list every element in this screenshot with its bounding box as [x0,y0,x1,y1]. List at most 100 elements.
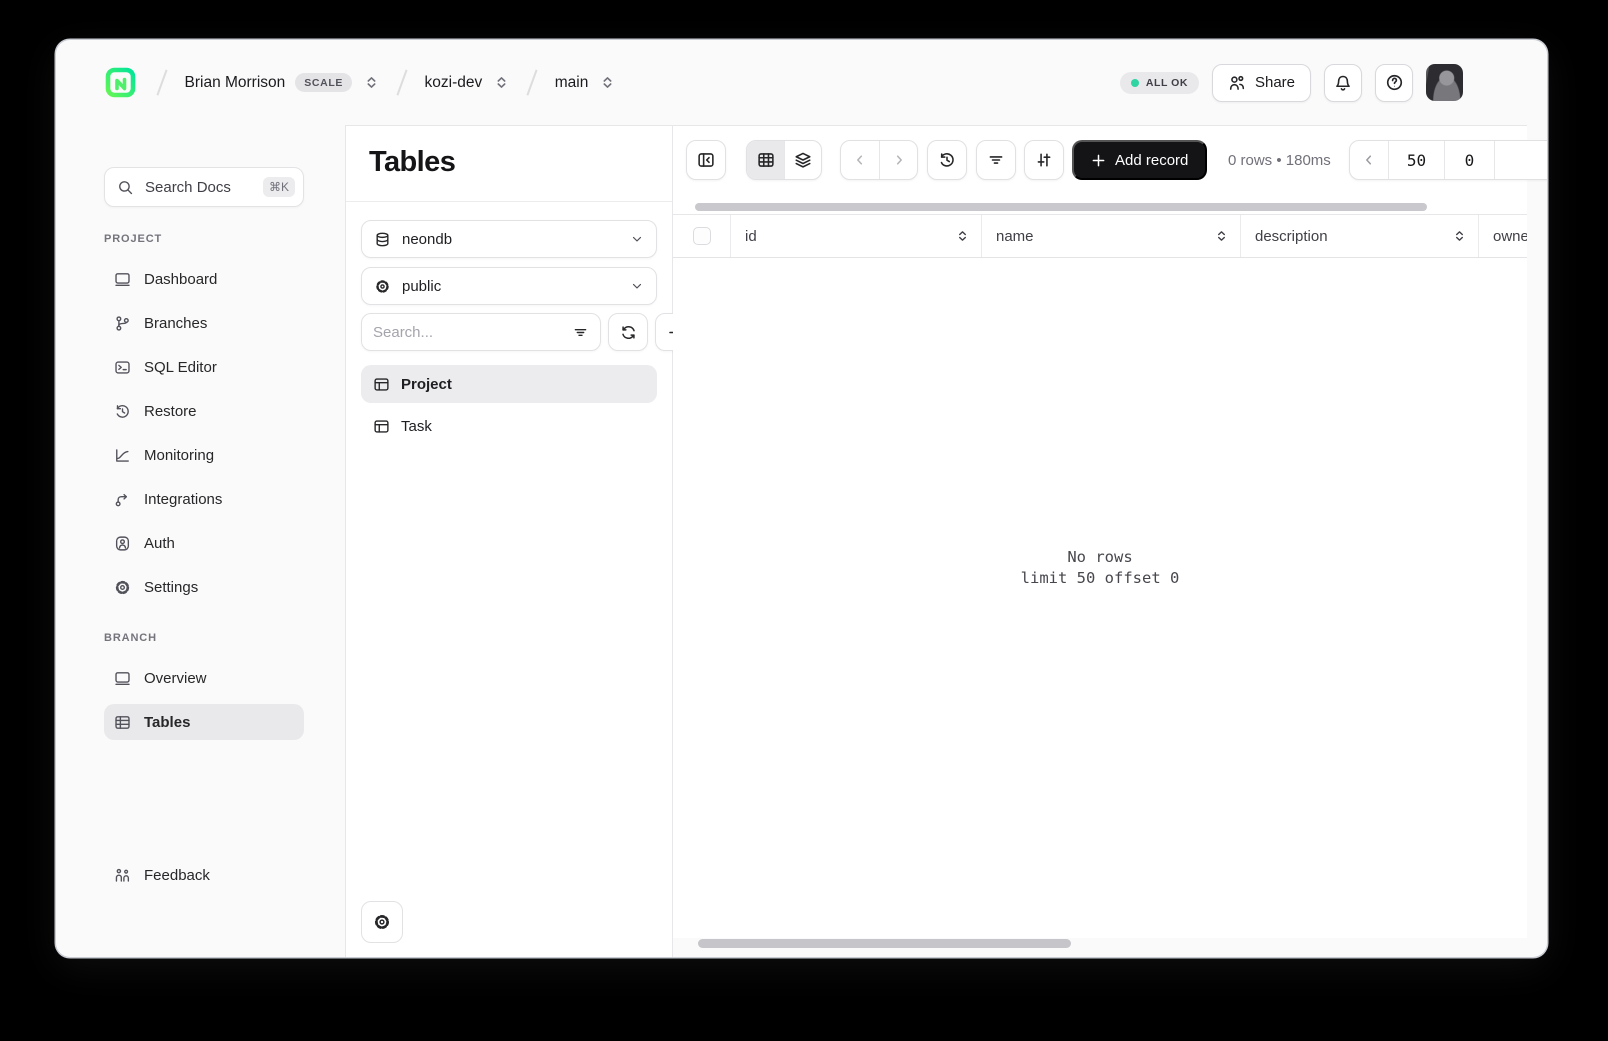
grid-view-icon [757,153,774,167]
schema-icon [376,279,389,293]
empty-state: No rows limit 50 offset 0 [673,547,1527,589]
header-actions: ALL OK Share [1119,63,1547,102]
sidebar-item-overview[interactable]: Overview [104,660,304,696]
status-label: ALL OK [1145,76,1188,89]
prev-record-button[interactable] [841,141,879,179]
settings-icon [115,580,130,594]
empty-state-line2: limit 50 offset 0 [1020,569,1180,587]
breadcrumb-org[interactable]: Brian Morrison SCALE [185,73,380,92]
add-record-label: Add record [1115,151,1189,169]
chevron-up-down-icon[interactable] [600,75,615,90]
restore-icon [116,404,129,418]
breadcrumb-branch[interactable]: main [555,74,616,92]
sidebar: Search Docs ⌘K PROJECT Dashboard Branche… [56,125,345,957]
page-offset-input[interactable]: 0 [1444,141,1494,179]
dashboard-icon [115,272,130,286]
query-history-button[interactable] [927,140,967,180]
column-header-id[interactable]: id [730,215,981,257]
section-label-project: PROJECT [104,233,163,245]
sidebar-item-settings[interactable]: Settings [104,569,304,605]
column-label: owner [1493,227,1527,245]
keyboard-shortcut-badge: ⌘K [262,177,295,197]
sidebar-item-dashboard[interactable]: Dashboard [104,261,304,297]
query-stats: 0 rows • 180ms [1228,152,1331,169]
table-search-row [361,313,695,351]
overview-icon [115,671,130,685]
sidebar-item-auth[interactable]: Auth [104,525,304,561]
notifications-button[interactable] [1324,63,1362,102]
plus-icon [1092,154,1105,166]
table-search-field[interactable] [361,313,601,351]
sidebar-item-label: Feedback [144,866,210,884]
column-header-owner[interactable]: owner [1478,215,1527,257]
table-name: Project [401,375,452,393]
sidebar-item-label: Settings [144,578,199,596]
sidebar-item-label: SQL Editor [144,358,217,376]
filter-icon[interactable] [572,324,589,341]
next-page-button[interactable] [1494,141,1547,179]
layers-icon [795,152,811,168]
table-list-item-project[interactable]: Project [361,365,657,403]
view-mode-segmented-control [746,140,822,180]
sidebar-item-tables[interactable]: Tables [104,704,304,740]
auth-icon [115,535,130,551]
collapse-sidebar-button[interactable] [686,140,726,180]
sort-icon [959,231,966,241]
next-record-button[interactable] [879,141,917,179]
sidebar-item-label: Monitoring [144,446,215,464]
sidebar-item-feedback[interactable]: Feedback [104,857,304,893]
column-header-description[interactable]: description [1240,215,1478,257]
schema-select-value: public [402,277,442,295]
sidebar-item-label: Dashboard [144,270,218,288]
sort-icon [1456,231,1463,241]
chevron-up-down-icon[interactable] [364,75,379,90]
status-badge[interactable]: ALL OK [1119,71,1199,94]
sidebar-item-integrations[interactable]: Integrations [104,481,304,517]
help-button[interactable] [1375,63,1413,102]
sidebar-item-label: Branches [144,314,208,332]
schema-select[interactable]: public [361,267,657,305]
breadcrumb-separator [156,69,168,96]
panel-title: Tables [369,146,456,178]
sidebar-item-branches[interactable]: Branches [104,305,304,341]
tables-panel: Tables neondb public Search... Project T… [345,125,695,957]
breadcrumb-separator [526,69,538,96]
column-header-name[interactable]: name [981,215,1240,257]
sidebar-item-restore[interactable]: Restore [104,393,304,429]
table-list-item-task[interactable]: Task [361,407,657,445]
table-search-input[interactable] [373,323,572,341]
layers-view-button[interactable] [784,141,821,179]
panel-horizontal-scrollbar[interactable] [698,939,1071,948]
org-name: Brian Morrison [184,73,286,91]
page-size-input[interactable]: 50 [1388,141,1444,179]
sidebar-item-label: Tables [144,713,191,731]
column-settings-button[interactable] [1024,140,1064,180]
share-button[interactable]: Share [1211,63,1311,102]
sql-editor-icon [115,360,130,374]
refresh-tables-button[interactable] [608,313,648,351]
sidebar-item-monitoring[interactable]: Monitoring [104,437,304,473]
sidebar-item-label: Integrations [144,490,223,508]
refresh-icon [621,325,635,339]
user-avatar[interactable] [1426,64,1463,101]
branch-name: main [554,73,589,91]
prev-page-button[interactable] [1350,141,1388,179]
sidebar-item-sql-editor[interactable]: SQL Editor [104,349,304,385]
chevron-up-down-icon[interactable] [494,75,509,90]
search-docs-label: Search Docs [145,178,231,196]
app-header: Brian Morrison SCALE kozi-dev main ALL O… [56,40,1547,125]
database-select[interactable]: neondb [361,220,657,258]
select-all-checkbox[interactable] [692,227,711,245]
add-record-button[interactable]: Add record [1072,140,1208,180]
section-label-branch: BRANCH [104,632,157,644]
breadcrumb-project[interactable]: kozi-dev [425,74,510,92]
grid-horizontal-scrollbar[interactable] [695,203,1427,211]
panel-settings-button[interactable] [361,901,403,943]
data-view: Add record 0 rows • 180ms 50 0 id name d… [673,125,1547,938]
sort-icon [1218,231,1225,241]
search-docs-input[interactable]: Search Docs ⌘K [104,167,304,207]
grid-view-button[interactable] [747,141,784,179]
breadcrumb-separator [396,69,408,96]
filter-rows-button[interactable] [976,140,1016,180]
branches-icon [116,315,129,331]
